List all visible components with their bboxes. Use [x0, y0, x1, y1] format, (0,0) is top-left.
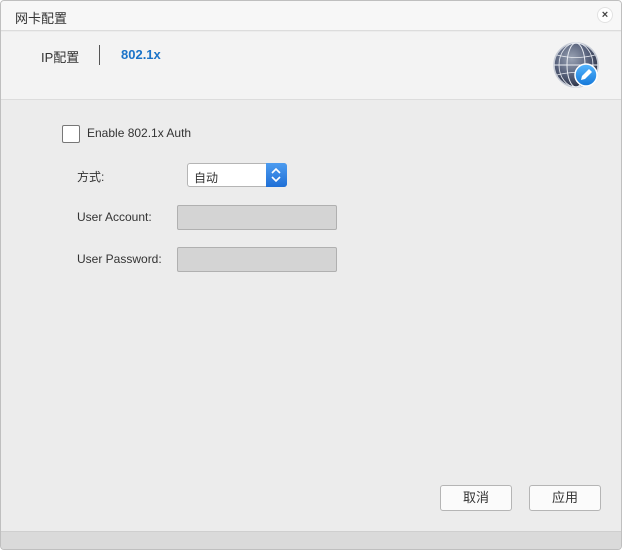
enable-8021x-checkbox[interactable]	[62, 125, 80, 143]
user-password-input[interactable]	[177, 247, 337, 272]
tab-header: IP配置 802.1x	[1, 32, 621, 100]
network-card-config-dialog: 网卡配置 × IP配置 802.1x Enable 802.1x Auth 方式…	[0, 0, 622, 550]
tab-8021x[interactable]: 802.1x	[121, 47, 161, 62]
tab-divider	[99, 45, 100, 65]
select-arrows-icon	[266, 163, 287, 187]
method-label: 方式:	[77, 170, 105, 184]
apply-button[interactable]: 应用	[529, 485, 601, 511]
globe-edit-icon	[553, 42, 599, 88]
enable-8021x-label: Enable 802.1x Auth	[87, 126, 192, 140]
close-icon[interactable]: ×	[597, 7, 613, 23]
user-account-label: User Account:	[77, 210, 152, 224]
user-password-label: User Password:	[77, 252, 162, 266]
status-bar	[1, 531, 621, 549]
method-select[interactable]: 自动	[187, 163, 287, 187]
tab-ip-config[interactable]: IP配置	[41, 47, 79, 66]
user-account-input[interactable]	[177, 205, 337, 230]
dialog-title: 网卡配置	[15, 11, 68, 26]
form-body: Enable 802.1x Auth 方式: 自动 User Account: …	[1, 101, 621, 531]
title-bar: 网卡配置 ×	[1, 1, 621, 31]
method-select-value: 自动	[194, 171, 219, 185]
cancel-button[interactable]: 取消	[440, 485, 512, 511]
